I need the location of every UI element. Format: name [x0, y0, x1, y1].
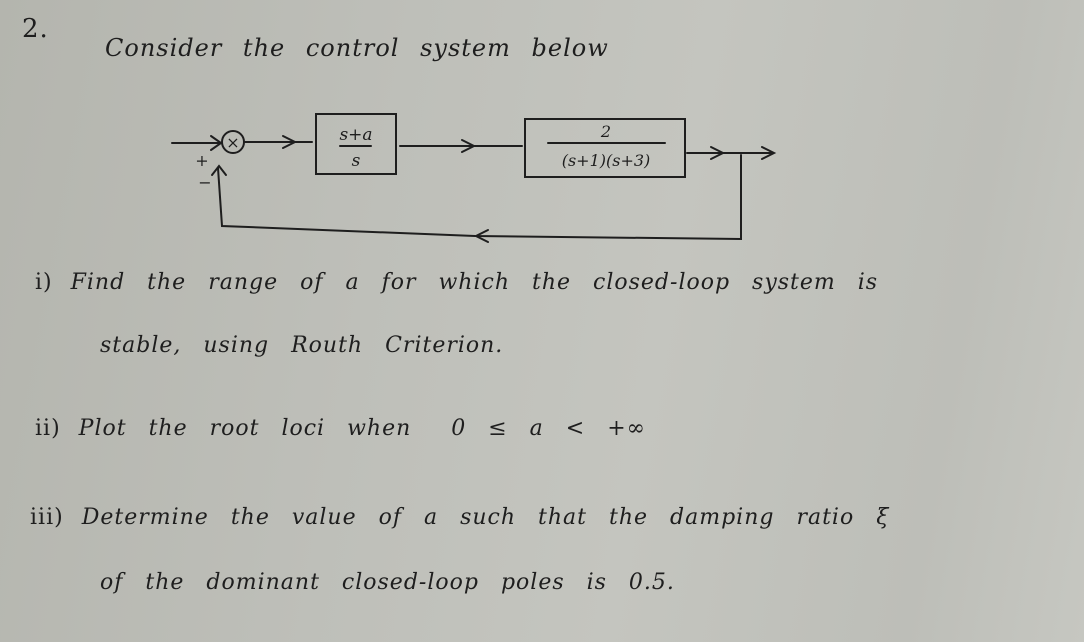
minus-sign: −: [198, 173, 211, 192]
summing-junction-symbol: ×: [226, 133, 239, 152]
part-i-marker: i): [35, 270, 53, 295]
part-iii-marker: iii): [30, 505, 64, 530]
part-iii-text: Determine the value of a such that the d…: [81, 505, 890, 530]
plant-numerator: 2: [600, 122, 611, 141]
part-ii-line: ii) Plot the root loci when 0 ≤ a < +∞: [35, 416, 646, 441]
controller-denominator: s: [352, 151, 361, 171]
plus-sign: +: [195, 151, 208, 170]
part-iii-line-2: of the dominant closed-loop poles is 0.5…: [100, 570, 675, 595]
part-ii-text: Plot the root loci when: [78, 416, 412, 441]
plant-denominator: (s+1)(s+3): [562, 151, 651, 170]
part-ii-condition: 0 ≤ a < +∞: [451, 416, 646, 441]
part-i-line-2: stable, using Routh Criterion.: [100, 333, 504, 358]
block-diagram: × + − s+a s 2 (s+1)(s+3): [171, 113, 777, 243]
feedback-path: [217, 154, 742, 241]
controller-numerator: s+a: [339, 125, 372, 145]
part-ii-marker: ii): [35, 416, 61, 441]
part-i-line-1: i) Find the range of a for which the clos…: [35, 270, 878, 295]
part-i-text: Find the range of a for which the closed…: [70, 270, 879, 295]
part-iii-line-1: iii) Determine the value of a such that t…: [30, 505, 889, 530]
